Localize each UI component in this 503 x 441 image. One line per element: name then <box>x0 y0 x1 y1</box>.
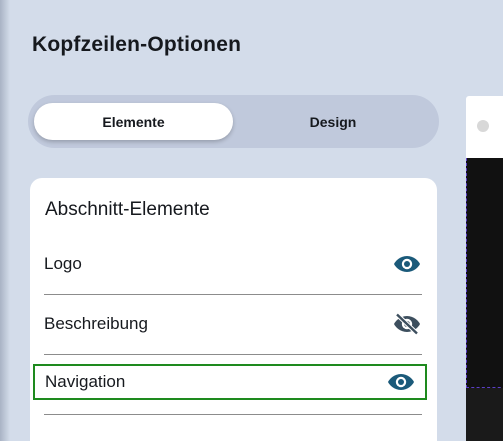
divider <box>44 354 422 355</box>
element-row-navigation[interactable]: Navigation <box>33 364 427 400</box>
tab-switcher: Elemente Design <box>28 95 439 148</box>
element-label: Beschreibung <box>44 314 148 333</box>
left-edge-shadow <box>0 0 10 441</box>
section-title: Abschnitt-Elemente <box>45 199 210 220</box>
eye-icon[interactable] <box>386 370 416 394</box>
window-dot <box>477 120 489 132</box>
tab-design[interactable]: Design <box>233 103 433 140</box>
element-row-beschreibung[interactable]: Beschreibung <box>44 306 422 342</box>
site-preview <box>466 96 503 441</box>
element-label: Navigation <box>45 372 126 391</box>
eye-icon[interactable] <box>392 252 422 276</box>
eye-off-icon[interactable] <box>392 312 422 336</box>
panel-title: Kopfzeilen-Optionen <box>32 33 242 56</box>
tab-elemente[interactable]: Elemente <box>34 103 233 140</box>
element-row-logo[interactable]: Logo <box>44 246 422 282</box>
section-elements-card: Abschnitt-Elemente Logo Beschreibung Nav… <box>30 178 437 441</box>
divider <box>44 294 422 295</box>
preview-header-area[interactable] <box>466 158 503 388</box>
divider <box>44 414 422 415</box>
element-label: Logo <box>44 254 82 273</box>
preview-content-area <box>466 388 503 441</box>
